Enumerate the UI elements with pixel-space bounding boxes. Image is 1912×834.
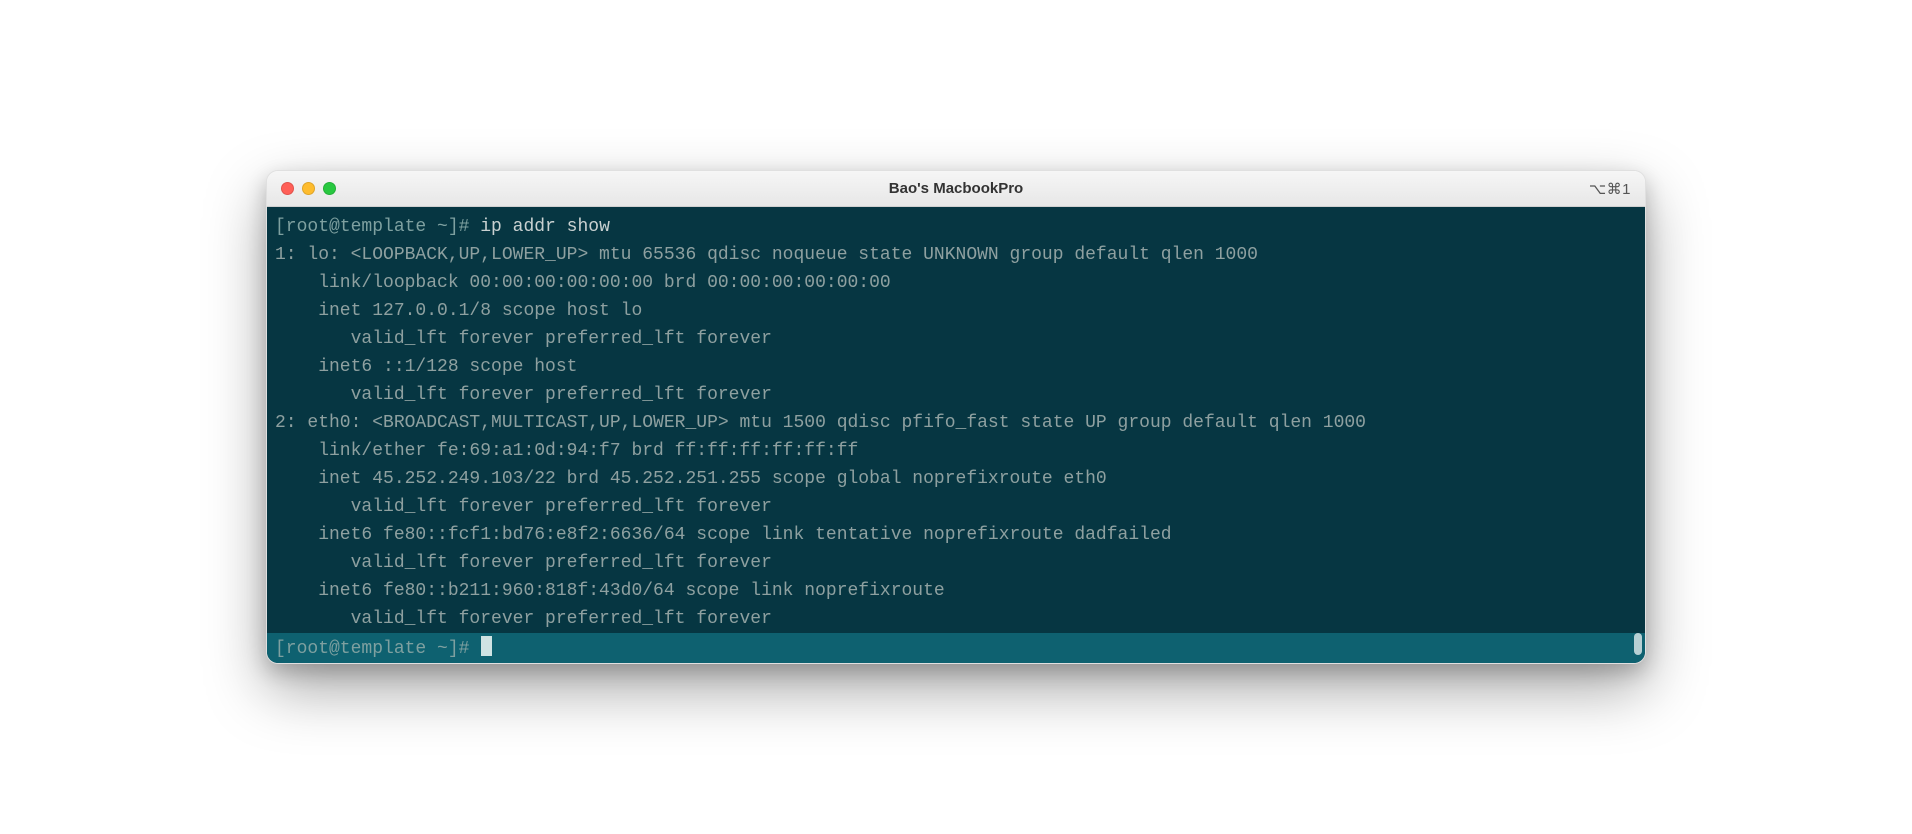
zoom-icon[interactable]: [323, 182, 336, 195]
scrollbar-thumb[interactable]: [1634, 633, 1642, 655]
terminal-line: 1: lo: <LOOPBACK,UP,LOWER_UP> mtu 65536 …: [275, 241, 1637, 269]
prompt-prefix: [root@template ~]#: [275, 217, 469, 237]
terminal-line: inet6 ::1/128 scope host: [275, 353, 1637, 381]
terminal-line: 2: eth0: <BROADCAST,MULTICAST,UP,LOWER_U…: [275, 409, 1637, 437]
terminal-body[interactable]: [root@template ~]# ip addr show 1: lo: <…: [267, 207, 1645, 663]
window-title: Bao's MacbookPro: [267, 180, 1645, 197]
minimize-icon[interactable]: [302, 182, 315, 195]
terminal-line: valid_lft forever preferred_lft forever: [275, 493, 1637, 521]
terminal-line: link/ether fe:69:a1:0d:94:f7 brd ff:ff:f…: [275, 437, 1637, 465]
terminal-line: inet6 fe80::b211:960:818f:43d0/64 scope …: [275, 577, 1637, 605]
cursor-icon: [481, 636, 492, 656]
prompt-prefix: [root@template ~]#: [275, 639, 469, 659]
terminal-window: Bao's MacbookPro ⌥⌘1 [root@template ~]# …: [266, 170, 1646, 664]
command-text: ip addr show: [480, 217, 610, 237]
terminal-prompt-line[interactable]: [root@template ~]#: [267, 633, 1645, 663]
traffic-lights: [281, 182, 336, 195]
terminal-line: valid_lft forever preferred_lft forever: [275, 549, 1637, 577]
terminal-line: inet 45.252.249.103/22 brd 45.252.251.25…: [275, 465, 1637, 493]
terminal-line: inet6 fe80::fcf1:bd76:e8f2:6636/64 scope…: [275, 521, 1637, 549]
terminal-line: [root@template ~]# ip addr show: [275, 213, 1637, 241]
titlebar: Bao's MacbookPro ⌥⌘1: [267, 171, 1645, 207]
close-icon[interactable]: [281, 182, 294, 195]
terminal-line: link/loopback 00:00:00:00:00:00 brd 00:0…: [275, 269, 1637, 297]
terminal-line: valid_lft forever preferred_lft forever: [275, 605, 1637, 633]
window-shortcut: ⌥⌘1: [1589, 180, 1631, 198]
terminal-line: valid_lft forever preferred_lft forever: [275, 381, 1637, 409]
terminal-line: valid_lft forever preferred_lft forever: [275, 325, 1637, 353]
terminal-line: inet 127.0.0.1/8 scope host lo: [275, 297, 1637, 325]
